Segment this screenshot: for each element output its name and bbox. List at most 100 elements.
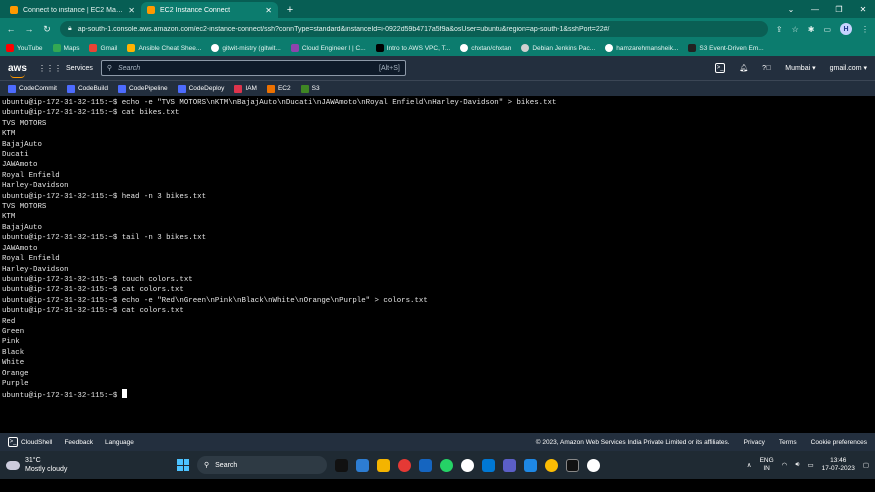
bookmark-maps[interactable]: Maps <box>52 44 79 52</box>
clock[interactable]: 13:46 17-07-2023 <box>822 457 855 473</box>
terminal-line: TVS MOTORS <box>2 119 47 128</box>
feedback-link[interactable]: Feedback <box>64 439 93 446</box>
bookmark-icon <box>375 44 384 52</box>
bookmark-aws-vpc[interactable]: Intro to AWS VPC, T... <box>375 44 450 52</box>
cloudshell-icon[interactable]: >_ <box>715 63 726 73</box>
terminal-line: Ducati <box>2 151 29 160</box>
search-input[interactable]: ⚲ Search [Alt+S] <box>100 60 406 76</box>
cloud-sun-icon <box>6 460 20 470</box>
services-menu-button[interactable]: ⋮⋮⋮ Services <box>38 64 93 73</box>
taskbar-search[interactable]: ⚲ Search <box>197 456 327 474</box>
aws-favicon-icon <box>10 6 18 14</box>
tab-connect-to-instance[interactable]: Connect to instance | EC2 Manag ✕ <box>4 2 141 18</box>
notifications-bell-icon[interactable]: 🔔︎ <box>739 64 748 72</box>
terminal-line: Harley-Davidson <box>2 182 69 191</box>
store-icon[interactable] <box>419 458 432 472</box>
favorite-codebuild[interactable]: CodeBuild <box>66 84 108 93</box>
task-view-icon[interactable] <box>335 458 348 472</box>
forward-icon[interactable]: → <box>24 24 34 34</box>
language-link[interactable]: Language <box>105 439 134 446</box>
opera-icon[interactable] <box>398 458 411 472</box>
cookie-preferences-link[interactable]: Cookie preferences <box>811 439 867 446</box>
file-explorer-icon[interactable] <box>377 458 390 472</box>
volume-icon[interactable]: 🔊︎ <box>795 461 799 469</box>
profile-avatar[interactable]: H <box>840 23 852 35</box>
bookmark-gmail[interactable]: Gmail <box>89 44 117 52</box>
reload-icon[interactable]: ↻ <box>42 24 52 35</box>
bookmark-s3-event[interactable]: S3 Event-Driven Em... <box>688 44 764 52</box>
chrome-active-icon[interactable] <box>587 458 600 472</box>
settings-icon[interactable] <box>524 458 537 472</box>
close-window-icon[interactable]: ✕ <box>851 5 875 14</box>
chrome-profile-icon[interactable] <box>545 458 558 472</box>
weather-widget[interactable]: 31°C Mostly cloudy <box>6 456 126 474</box>
help-icon[interactable]: ?⃝ <box>762 65 771 72</box>
terminal-prompt-line: ubuntu@ip-172-31-32-115:~$ <box>2 389 873 401</box>
bookmark-hamzarehman[interactable]: hamzarehmansheik... <box>605 44 678 52</box>
maximize-icon[interactable]: ❐ <box>827 5 851 14</box>
terminal-line: ubuntu@ip-172-31-32-115:~$ cat colors.tx… <box>2 286 184 295</box>
terminal-line: Pink <box>2 338 20 347</box>
terminal-line: Harley-Davidson <box>2 265 69 274</box>
cloudshell-icon: >_ <box>8 437 18 447</box>
tab-search-icon[interactable]: ⌄ <box>779 5 803 14</box>
favorite-codedeploy[interactable]: CodeDeploy <box>177 84 224 93</box>
terminal-cursor <box>121 389 127 399</box>
privacy-link[interactable]: Privacy <box>744 439 765 446</box>
lock-icon[interactable]: 🔒︎ <box>68 25 72 33</box>
services-grid-icon: ⋮⋮⋮ <box>38 63 62 73</box>
close-tab-icon[interactable]: ✕ <box>265 6 272 15</box>
bookmark-icon <box>127 44 136 52</box>
menu-kebab-icon[interactable]: ⋮ <box>861 25 869 34</box>
wifi-icon[interactable]: ◠ <box>782 461 788 469</box>
favorite-codecommit[interactable]: CodeCommit <box>8 84 57 93</box>
terminal-line: ubuntu@ip-172-31-32-115:~$ echo -e "TVS … <box>2 99 557 107</box>
tab-ec2-instance-connect[interactable]: EC2 Instance Connect ✕ <box>141 2 278 18</box>
bookmark-ansible[interactable]: Ansible Cheat Shee... <box>127 44 201 52</box>
ec2-icon <box>266 84 275 93</box>
battery-icon[interactable]: ▭ <box>807 461 813 469</box>
github-icon <box>460 44 469 52</box>
close-tab-icon[interactable]: ✕ <box>128 6 135 15</box>
url-input[interactable]: 🔒︎ ap-south-1.console.aws.amazon.com/ec2… <box>60 21 768 37</box>
back-icon[interactable]: ← <box>6 24 16 34</box>
terminal-line: TVS MOTORS <box>2 203 47 212</box>
favorite-s3[interactable]: S3 <box>300 84 320 93</box>
terminal-line: Green <box>2 327 25 336</box>
whatsapp-icon[interactable] <box>440 458 453 472</box>
share-icon[interactable]: ⇪ <box>776 25 783 34</box>
favorite-ec2[interactable]: EC2 <box>266 84 291 93</box>
bookmark-debian-jenkins[interactable]: Debian Jenkins Pac... <box>521 44 595 52</box>
start-button[interactable] <box>177 459 189 471</box>
region-selector[interactable]: Mumbai ▾ <box>785 64 815 72</box>
sidebar-icon[interactable]: ▭ <box>823 25 831 34</box>
terminal-line: ubuntu@ip-172-31-32-115:~$ cat colors.tx… <box>2 307 184 316</box>
github-icon <box>211 44 220 52</box>
edge-icon[interactable] <box>356 458 369 472</box>
aws-logo[interactable]: aws <box>8 63 30 78</box>
bookmark-gitwit[interactable]: gitwit-mistry (gitwit... <box>211 44 281 52</box>
bookmark-youtube[interactable]: YouTube <box>6 44 43 52</box>
extensions-icon[interactable]: ✱ <box>808 25 815 34</box>
chevron-up-icon[interactable]: ∧ <box>747 461 752 469</box>
favorite-codepipeline[interactable]: CodePipeline <box>117 84 168 93</box>
favorite-iam[interactable]: IAM <box>234 84 257 93</box>
bookmark-star-icon[interactable]: ☆ <box>792 25 799 34</box>
terminal-output[interactable]: ubuntu@ip-172-31-32-115:~$ echo -e "TVS … <box>0 96 875 433</box>
new-tab-button[interactable]: + <box>282 2 298 18</box>
account-menu[interactable]: gmail.com ▾ <box>830 64 867 72</box>
language-indicator[interactable]: ENG IN <box>760 457 774 473</box>
aws-console-footer: >_ CloudShell Feedback Language © 2023, … <box>0 433 875 451</box>
bookmark-cloud-engineer[interactable]: Cloud Engineer I | C... <box>290 44 366 52</box>
cloudshell-button[interactable]: >_ CloudShell <box>8 437 52 447</box>
chrome-icon[interactable] <box>461 458 474 472</box>
teams-icon[interactable] <box>503 458 516 472</box>
vscode-icon[interactable] <box>482 458 495 472</box>
s3-icon <box>300 84 309 93</box>
minimize-icon[interactable]: — <box>803 5 827 14</box>
notification-icon[interactable]: ▢ <box>863 461 869 469</box>
terminal-line: ubuntu@ip-172-31-32-115:~$ head -n 3 bik… <box>2 192 207 201</box>
bookmark-chxtan[interactable]: chxtan/chxtan <box>460 44 511 52</box>
terms-link[interactable]: Terms <box>779 439 797 446</box>
terminal-icon[interactable] <box>566 458 579 472</box>
